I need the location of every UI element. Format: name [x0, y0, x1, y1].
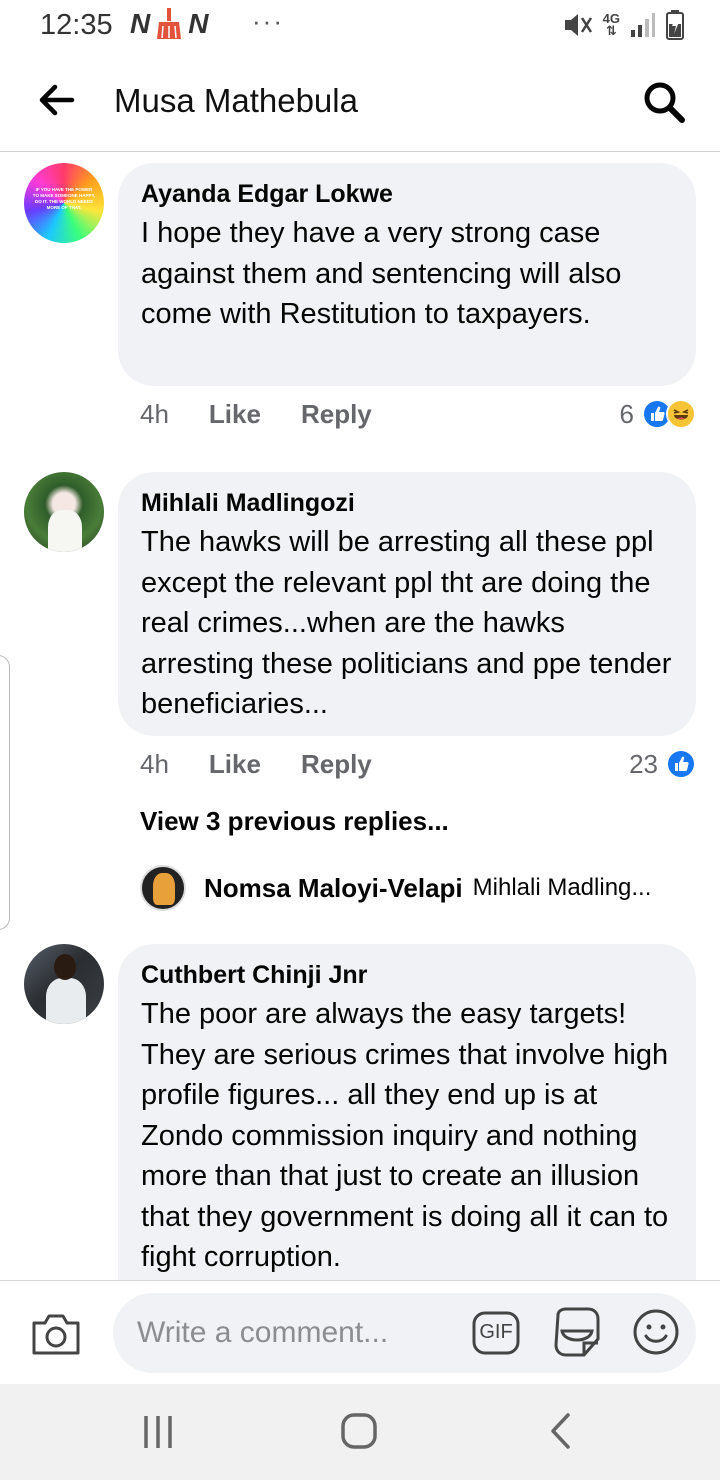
- reactions-summary[interactable]: 6: [620, 396, 696, 432]
- comment-author[interactable]: Mihlali Madlingozi: [141, 488, 674, 518]
- comment-text: The hawks will be arresting all these pp…: [141, 526, 672, 720]
- recent-apps-icon[interactable]: [142, 1414, 174, 1450]
- avatar[interactable]: [24, 944, 104, 1024]
- reactions-summary[interactable]: 23: [629, 746, 696, 782]
- comment-bubble[interactable]: Cuthbert Chinji Jnr The poor are always …: [118, 944, 696, 1324]
- view-previous-replies-link[interactable]: View 3 previous replies...: [140, 806, 449, 837]
- comment-text: The poor are always the easy targets! Th…: [141, 998, 669, 1273]
- n-notification-icon: N: [130, 8, 151, 39]
- comment-text: I hope they have a very strong case agai…: [141, 217, 622, 330]
- comment-time: 4h: [140, 748, 169, 779]
- comment-actions: 4h Like Reply: [140, 396, 372, 432]
- comment-input[interactable]: [113, 1293, 696, 1373]
- signal-icon: [631, 13, 655, 37]
- comment-actions: 4h Like Reply: [140, 746, 372, 782]
- back-arrow-icon[interactable]: [36, 80, 76, 120]
- gif-icon[interactable]: GIF: [472, 1310, 520, 1356]
- comment-bubble[interactable]: Ayanda Edgar Lokwe I hope they have a ve…: [118, 163, 696, 386]
- scroll-handle[interactable]: [0, 655, 10, 930]
- app-bar: Musa Mathebula: [0, 52, 720, 152]
- nav-back-icon[interactable]: [548, 1412, 572, 1450]
- reaction-count: 6: [619, 398, 634, 429]
- like-button[interactable]: Like: [209, 749, 261, 780]
- camera-icon[interactable]: [30, 1311, 82, 1357]
- comment-author[interactable]: Cuthbert Chinji Jnr: [141, 960, 674, 990]
- network-type: 4G ⇅: [602, 11, 620, 38]
- system-nav-bar: [0, 1384, 720, 1480]
- emoji-icon[interactable]: [632, 1308, 680, 1356]
- haha-reaction-icon: [666, 399, 696, 429]
- broom-icon: [157, 8, 182, 39]
- gif-label: GIF: [479, 1321, 513, 1343]
- reply-button[interactable]: Reply: [301, 749, 372, 780]
- battery-icon: [666, 10, 684, 40]
- status-bar: 12:35 N N ··· 4G ⇅: [0, 0, 720, 52]
- reply-avatar[interactable]: [140, 865, 186, 911]
- page-title: Musa Mathebula: [114, 82, 358, 119]
- latest-reply[interactable]: Nomsa Maloyi-Velapi Mihlali Madling...: [140, 864, 651, 912]
- reaction-count: 23: [629, 748, 658, 779]
- avatar-quote-text: IF YOU HAVE THE POWER TO MAKE SOMEONE HA…: [32, 187, 96, 210]
- status-time: 12:35: [40, 9, 113, 41]
- search-icon[interactable]: [642, 80, 686, 124]
- comment-composer: GIF: [0, 1280, 720, 1384]
- comment-bubble[interactable]: Mihlali Madlingozi The hawks will be arr…: [118, 472, 696, 736]
- comment-time: 4h: [140, 398, 169, 429]
- reply-author[interactable]: Nomsa Maloyi-Velapi: [204, 873, 463, 904]
- notification-icons: N N: [130, 8, 208, 40]
- like-reaction-icon: [666, 749, 696, 779]
- reply-preview: Mihlali Madling...: [472, 874, 652, 901]
- sticker-icon[interactable]: [552, 1307, 600, 1359]
- like-button[interactable]: Like: [209, 399, 261, 430]
- mute-icon: [564, 14, 592, 36]
- more-notifications-icon: ···: [252, 6, 284, 36]
- n-notification-icon: N: [188, 8, 209, 39]
- home-icon[interactable]: [340, 1412, 378, 1450]
- system-icons: 4G ⇅: [563, 10, 684, 40]
- reply-button[interactable]: Reply: [301, 399, 372, 430]
- avatar[interactable]: [24, 472, 104, 552]
- comment-author[interactable]: Ayanda Edgar Lokwe: [141, 179, 674, 209]
- avatar[interactable]: IF YOU HAVE THE POWER TO MAKE SOMEONE HA…: [24, 163, 104, 243]
